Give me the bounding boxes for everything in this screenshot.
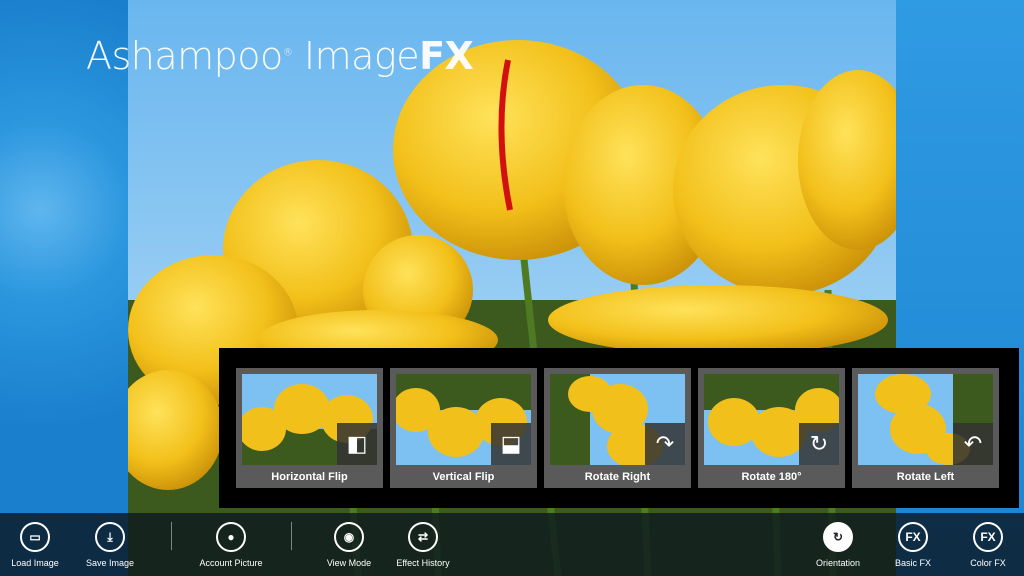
tile-label: Rotate Left: [896, 471, 955, 483]
rotate-right-tile[interactable]: ↷ Rotate Right: [544, 368, 691, 488]
account-picture-label: Account Picture: [199, 558, 263, 568]
save-image-label: Save Image: [85, 558, 135, 568]
rotate-right-icon: ↷: [645, 423, 685, 465]
view-mode-button[interactable]: ◉ View Mode: [309, 522, 389, 568]
load-image-label: Load Image: [11, 558, 59, 568]
vertical-flip-tile[interactable]: ⬓ Vertical Flip: [390, 368, 537, 488]
orientation-button[interactable]: ↻ Orientation: [798, 522, 878, 568]
orientation-label: Orientation: [815, 558, 861, 568]
horizontal-flip-icon: ◧: [337, 423, 377, 465]
folder-icon: ▭: [20, 522, 50, 552]
history-icon: ⇄: [408, 522, 438, 552]
basic-fx-label: Basic FX: [894, 558, 931, 568]
color-fx-button[interactable]: FX Color FX: [948, 522, 1024, 568]
background-left: [0, 0, 130, 576]
fx-icon: FX: [973, 522, 1003, 552]
vertical-flip-icon: ⬓: [491, 423, 531, 465]
appbar-separator: [291, 522, 292, 550]
save-icon: ⤓: [95, 522, 125, 552]
rotate-left-icon: ↶: [953, 423, 993, 465]
view-mode-label: View Mode: [326, 558, 372, 568]
tile-label: Vertical Flip: [432, 471, 495, 483]
app-title: Ashampoo® ImageFX: [86, 34, 474, 78]
rotate-180-tile[interactable]: ↻ Rotate 180°: [698, 368, 845, 488]
app-bar: ▭ Load Image ⤓ Save Image ● Account Pict…: [0, 513, 1024, 576]
save-image-button[interactable]: ⤓ Save Image: [70, 522, 150, 568]
effect-history-label: Effect History: [396, 558, 450, 568]
load-image-button[interactable]: ▭ Load Image: [0, 522, 75, 568]
tile-label: Rotate 180°: [741, 471, 802, 483]
orientation-icon: ↻: [823, 522, 853, 552]
account-picture-button[interactable]: ● Account Picture: [191, 522, 271, 568]
user-icon: ●: [216, 522, 246, 552]
fx-icon: FX: [898, 522, 928, 552]
tile-label: Rotate Right: [584, 471, 651, 483]
horizontal-flip-tile[interactable]: ◧ Horizontal Flip: [236, 368, 383, 488]
rotate-180-icon: ↻: [799, 423, 839, 465]
effect-history-button[interactable]: ⇄ Effect History: [383, 522, 463, 568]
basic-fx-button[interactable]: FX Basic FX: [873, 522, 953, 568]
color-fx-label: Color FX: [970, 558, 1006, 568]
tile-label: Horizontal Flip: [271, 471, 348, 483]
orientation-panel: ◧ Horizontal Flip ⬓ Vertical Flip ↷ Rota…: [219, 348, 1019, 508]
eye-icon: ◉: [334, 522, 364, 552]
rotate-left-tile[interactable]: ↶ Rotate Left: [852, 368, 999, 488]
appbar-separator: [171, 522, 172, 550]
